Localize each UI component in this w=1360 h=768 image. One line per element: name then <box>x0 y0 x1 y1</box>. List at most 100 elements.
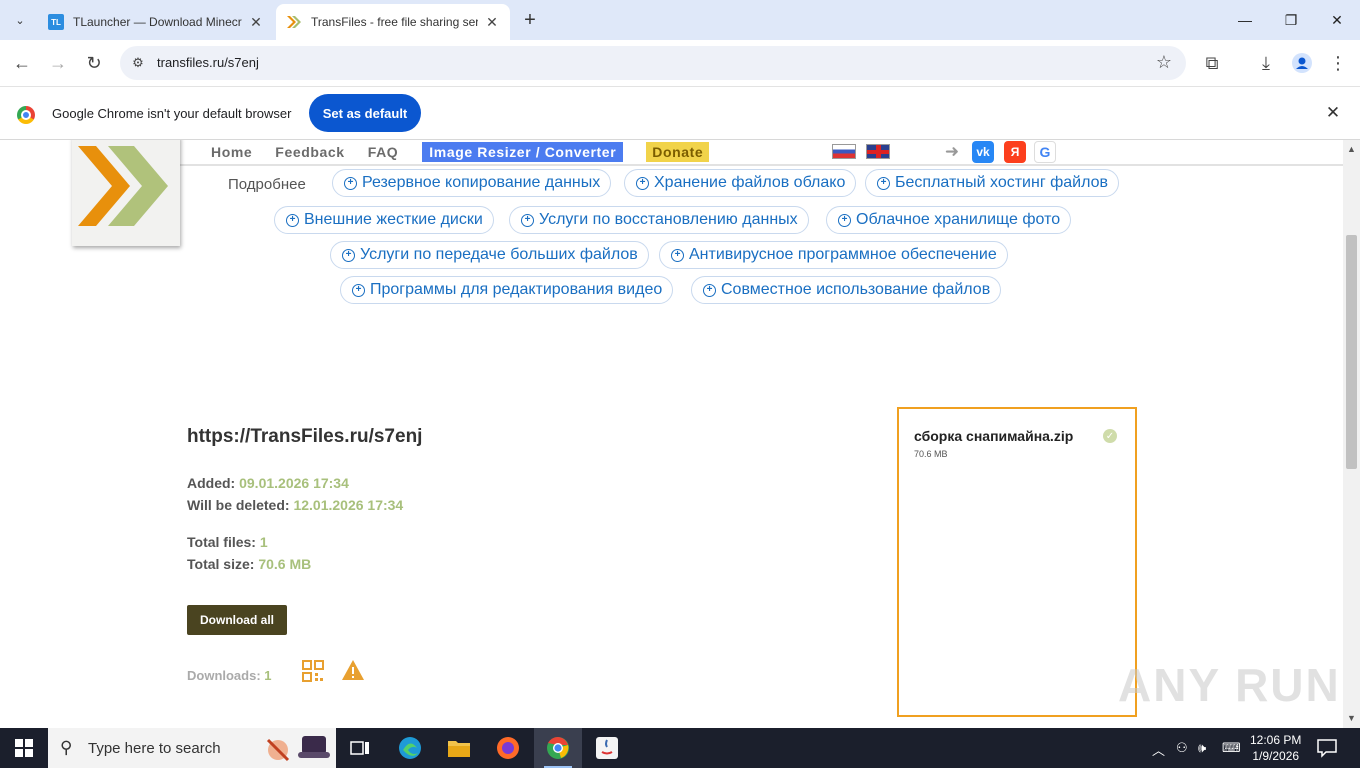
clock[interactable]: 12:06 PM 1/9/2026 <box>1250 732 1301 764</box>
watermark: ANY RUN <box>1118 659 1341 711</box>
tab-transfiles[interactable]: TransFiles - free file sharing service ✕ <box>276 4 510 40</box>
russian-flag-icon[interactable] <box>832 144 856 159</box>
nav-donate[interactable]: Donate <box>646 142 710 162</box>
close-tab-icon[interactable]: ✕ <box>484 14 500 30</box>
default-browser-infobar: Google Chrome isn't your default browser… <box>0 86 1360 140</box>
search-icon: ⚲ <box>60 738 73 757</box>
close-tab-icon[interactable]: ✕ <box>248 14 264 30</box>
profile-icon[interactable] <box>1288 49 1316 77</box>
notifications-icon[interactable] <box>1316 738 1338 758</box>
scroll-down-icon[interactable]: ▼ <box>1347 713 1356 723</box>
restore-icon[interactable]: ❐ <box>1268 0 1314 40</box>
report-warning-icon[interactable] <box>341 659 365 681</box>
menu-icon[interactable]: ⋮ <box>1324 49 1352 77</box>
taskbar-search[interactable]: ⚲ Type here to search <box>48 728 336 768</box>
close-infobar-icon[interactable]: ✕ <box>1322 102 1344 124</box>
english-flag-icon[interactable] <box>866 144 890 159</box>
download-all-button[interactable]: Download all <box>187 605 287 635</box>
plus-circle-icon: + <box>342 248 355 262</box>
tab-title: TransFiles - free file sharing service <box>311 15 478 29</box>
plus-circle-icon: + <box>344 176 357 190</box>
tray-overflow-icon[interactable]: ︿ <box>1152 740 1165 759</box>
page-viewport: Home Feedback FAQ Image Resizer / Conver… <box>0 140 1343 728</box>
file-name-link[interactable]: сборка снапимайна.zip <box>914 428 1073 444</box>
pill-link[interactable]: + Антивирусное программное обеспечение <box>659 241 1008 269</box>
yandex-icon[interactable]: Я <box>1004 141 1026 163</box>
site-nav: Home Feedback FAQ Image Resizer / Conver… <box>211 141 710 163</box>
file-list-panel: сборка снапимайна.zip 70.6 MB ✓ <box>897 407 1137 717</box>
total-files-info: Total files: 1 <box>187 534 268 550</box>
tab-tlauncher[interactable]: TL TLauncher — Download Minecraft ✕ <box>38 4 274 40</box>
chrome-taskbar-icon[interactable] <box>534 728 582 768</box>
tlauncher-icon: TL <box>48 14 64 30</box>
nav-feedback[interactable]: Feedback <box>275 144 344 160</box>
back-icon[interactable]: ← <box>8 49 36 77</box>
tab-search-button[interactable]: ⌄ <box>8 8 32 32</box>
reload-icon[interactable]: ↻ <box>80 49 108 77</box>
search-highlight-icon <box>266 736 330 762</box>
pill-link[interactable]: + Совместное использование файлов <box>691 276 1002 304</box>
search-placeholder: Type here to search <box>88 740 221 757</box>
forward-icon[interactable]: → <box>44 49 72 77</box>
windows-start-icon[interactable] <box>0 728 48 768</box>
vk-icon[interactable]: vk <box>972 141 994 163</box>
google-icon[interactable]: G <box>1034 141 1056 163</box>
pill-link[interactable]: + Хранение файлов облако <box>624 169 857 197</box>
downloads-icon[interactable]: ⤓ <box>1252 49 1280 77</box>
plus-circle-icon: + <box>286 213 299 227</box>
set-default-button[interactable]: Set as default <box>309 94 421 132</box>
total-size-info: Total size: 70.6 MB <box>187 556 312 572</box>
pill-link[interactable]: + Бесплатный хостинг файлов <box>865 169 1120 197</box>
firefox-icon[interactable] <box>484 728 532 768</box>
pill-link[interactable]: + Программы для редактирования видео <box>340 276 674 304</box>
scrollbar-thumb[interactable] <box>1346 235 1357 469</box>
share-url[interactable]: https://TransFiles.ru/s7enj <box>187 426 422 448</box>
header-divider <box>180 164 1343 166</box>
plus-circle-icon: + <box>521 213 534 227</box>
plus-circle-icon: + <box>703 283 716 297</box>
login-icon[interactable]: ➜ <box>941 141 963 163</box>
infobar-message: Google Chrome isn't your default browser <box>52 106 292 121</box>
address-bar[interactable]: ⚙ transfiles.ru/s7enj ☆ <box>120 46 1186 80</box>
check-icon: ✓ <box>1103 429 1117 443</box>
nav-image-resizer[interactable]: Image Resizer / Converter <box>422 142 624 162</box>
tab-strip: ⌄ TL TLauncher — Download Minecraft ✕ Tr… <box>0 0 1360 40</box>
pill-link[interactable]: + Облачное хранилище фото <box>826 206 1072 234</box>
task-view-icon[interactable] <box>336 728 384 768</box>
new-tab-button[interactable]: + <box>518 8 542 32</box>
qr-code-icon[interactable] <box>302 660 324 682</box>
site-logo[interactable] <box>72 140 180 246</box>
plus-circle-icon: + <box>671 248 684 262</box>
keyboard-icon[interactable]: ⌨ <box>1222 740 1241 756</box>
volume-icon[interactable]: 🕪 <box>1198 740 1206 756</box>
file-explorer-icon[interactable] <box>435 728 483 768</box>
pill-link[interactable]: + Услуги по восстановлению данных <box>509 206 809 234</box>
clock-date: 1/9/2026 <box>1252 749 1300 763</box>
site-info-icon[interactable]: ⚙ <box>128 53 148 73</box>
tab-title: TLauncher — Download Minecraft <box>73 15 242 29</box>
nav-faq[interactable]: FAQ <box>368 144 399 160</box>
windows-taskbar: ⚲ Type here to search ︿ ⚇ 🕪 ⌨ 12:06 PM 1… <box>0 728 1360 768</box>
pill-link[interactable]: + Услуги по передаче больших файлов <box>330 241 649 269</box>
java-icon[interactable] <box>583 728 631 768</box>
close-window-icon[interactable]: ✕ <box>1314 0 1360 40</box>
bookmark-star-icon[interactable]: ☆ <box>1156 52 1172 73</box>
pill-link[interactable]: + Резервное копирование данных <box>332 169 612 197</box>
nav-home[interactable]: Home <box>211 144 252 160</box>
page-scrollbar[interactable]: ▲ ▼ <box>1343 140 1360 728</box>
edge-icon[interactable] <box>386 728 434 768</box>
deletion-info: Will be deleted: 12.01.2026 17:34 <box>187 497 404 513</box>
minimize-icon[interactable]: — <box>1222 0 1268 40</box>
network-icon[interactable]: ⚇ <box>1176 740 1188 756</box>
more-label: Подробнее <box>228 176 306 193</box>
pill-link[interactable]: + Внешние жесткие диски <box>274 206 494 234</box>
address-url[interactable]: transfiles.ru/s7enj <box>157 55 259 70</box>
chrome-icon <box>17 106 35 124</box>
scroll-up-icon[interactable]: ▲ <box>1347 144 1356 154</box>
extensions-icon[interactable]: ⧉ <box>1198 49 1226 77</box>
added-info: Added: 09.01.2026 17:34 <box>187 475 349 491</box>
browser-toolbar: ← → ↻ ⚙ transfiles.ru/s7enj ☆ ⧉ ⤓ ⋮ <box>0 40 1360 86</box>
plus-circle-icon: + <box>636 176 649 190</box>
plus-circle-icon: + <box>352 283 365 297</box>
transfiles-icon <box>286 14 302 30</box>
